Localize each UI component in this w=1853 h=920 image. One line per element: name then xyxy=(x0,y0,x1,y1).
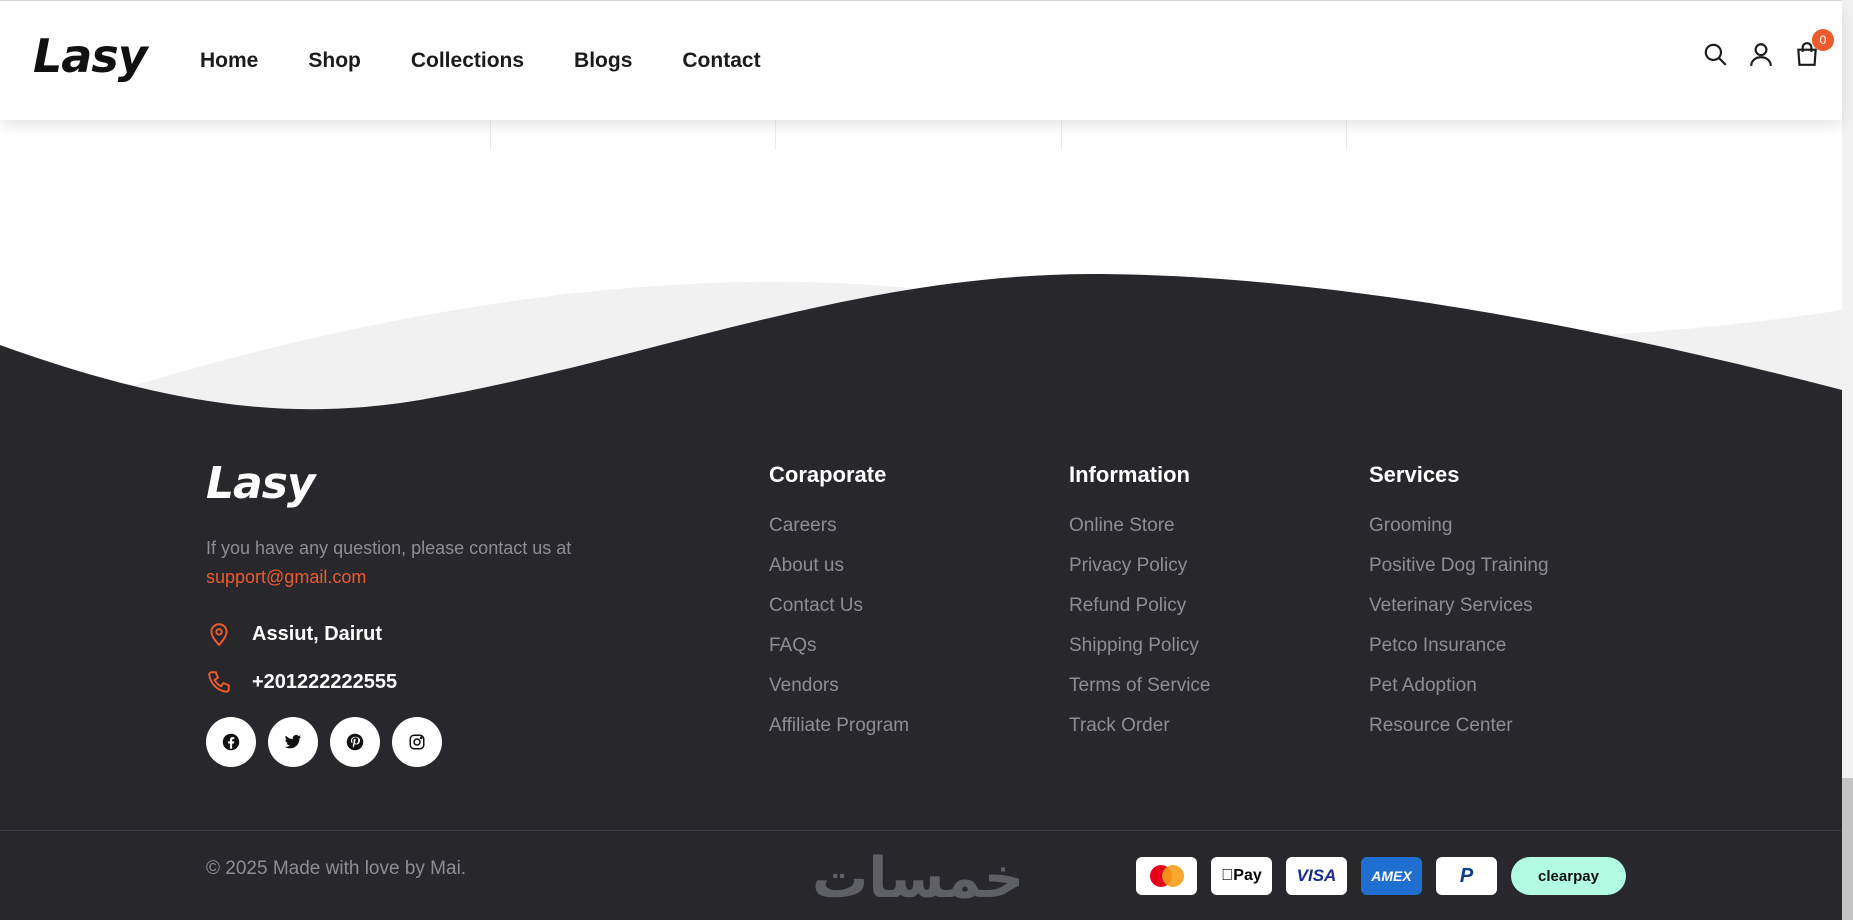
site-header: Lasy Home Shop Collections Blogs Contact… xyxy=(0,0,1842,120)
location-pin-icon xyxy=(210,623,228,647)
scrollbar-thumb[interactable] xyxy=(1842,778,1853,920)
apple-pay-label: Pay xyxy=(1227,867,1261,884)
apple-pay-icon: Pay xyxy=(1211,857,1272,895)
link-contact-us[interactable]: Contact Us xyxy=(769,586,909,626)
link-about-us[interactable]: About us xyxy=(769,546,909,586)
link-track-order[interactable]: Track Order xyxy=(1069,706,1210,746)
clearpay-icon: clearpay xyxy=(1511,857,1626,895)
facebook-icon[interactable] xyxy=(206,717,256,767)
link-refund-policy[interactable]: Refund Policy xyxy=(1069,586,1210,626)
copyright-text: © 2025 Made with love by Mai. xyxy=(206,858,467,879)
amex-icon: AMEX xyxy=(1361,857,1422,895)
column-title: Information xyxy=(1069,462,1190,487)
address-text: Assiut, Dairut xyxy=(252,622,383,645)
main-nav: Home Shop Collections Blogs Contact xyxy=(200,1,811,121)
user-icon[interactable] xyxy=(1748,41,1774,67)
link-affiliate-program[interactable]: Affiliate Program xyxy=(769,706,909,746)
nav-shop[interactable]: Shop xyxy=(308,49,361,73)
support-email-link[interactable]: support@gmail.com xyxy=(206,563,626,592)
cart-count-badge: 0 xyxy=(1812,29,1834,51)
phone-text[interactable]: +201222222555 xyxy=(252,671,397,694)
nav-blogs[interactable]: Blogs xyxy=(574,49,632,73)
instagram-icon[interactable] xyxy=(392,717,442,767)
nav-home[interactable]: Home xyxy=(200,49,258,73)
phone-icon xyxy=(208,671,230,693)
link-privacy-policy[interactable]: Privacy Policy xyxy=(1069,546,1210,586)
phone-row: +201222222555 xyxy=(206,669,397,695)
link-petco-insurance[interactable]: Petco Insurance xyxy=(1369,626,1549,666)
column-title: Coraporate xyxy=(769,462,887,487)
contact-text: If you have any question, please contact… xyxy=(206,534,626,592)
column-title: Services xyxy=(1369,462,1460,487)
address-row: Assiut, Dairut xyxy=(206,621,382,647)
social-links xyxy=(206,717,442,767)
link-vendors[interactable]: Vendors xyxy=(769,666,909,706)
nav-contact[interactable]: Contact xyxy=(682,49,760,73)
twitter-icon[interactable] xyxy=(268,717,318,767)
link-shipping-policy[interactable]: Shipping Policy xyxy=(1069,626,1210,666)
link-faqs[interactable]: FAQs xyxy=(769,626,909,666)
site-logo[interactable]: Lasy xyxy=(33,29,148,83)
nav-collections[interactable]: Collections xyxy=(411,49,524,73)
site-footer: Lasy If you have any question, please co… xyxy=(0,410,1842,920)
footer-logo[interactable]: Lasy xyxy=(206,458,316,509)
footer-column-services: Services Grooming Positive Dog Training … xyxy=(1369,462,1549,746)
footer-column-corporate: Coraporate Careers About us Contact Us F… xyxy=(769,462,909,746)
paypal-icon: P xyxy=(1436,857,1497,895)
pinterest-icon[interactable] xyxy=(330,717,380,767)
mastercard-icon xyxy=(1136,857,1197,895)
link-veterinary-services[interactable]: Veterinary Services xyxy=(1369,586,1549,626)
footer-divider xyxy=(0,830,1842,831)
search-icon[interactable] xyxy=(1702,41,1728,67)
visa-icon: VISA xyxy=(1286,857,1347,895)
header-actions: 0 xyxy=(1702,29,1834,67)
link-grooming[interactable]: Grooming xyxy=(1369,506,1549,546)
cart-icon[interactable]: 0 xyxy=(1794,29,1834,67)
link-resource-center[interactable]: Resource Center xyxy=(1369,706,1549,746)
link-careers[interactable]: Careers xyxy=(769,506,909,546)
payment-methods: Pay VISA AMEX P clearpay xyxy=(1136,857,1626,895)
link-pet-adoption[interactable]: Pet Adoption xyxy=(1369,666,1549,706)
footer-column-information: Information Online Store Privacy Policy … xyxy=(1069,462,1210,746)
link-positive-dog-training[interactable]: Positive Dog Training xyxy=(1369,546,1549,586)
watermark-logo: خمسات xyxy=(812,846,1025,911)
link-online-store[interactable]: Online Store xyxy=(1069,506,1210,546)
footer-wave xyxy=(0,274,1842,430)
link-terms-of-service[interactable]: Terms of Service xyxy=(1069,666,1210,706)
contact-prompt: If you have any question, please contact… xyxy=(206,538,572,558)
apple-logo-icon:  xyxy=(1221,867,1233,885)
